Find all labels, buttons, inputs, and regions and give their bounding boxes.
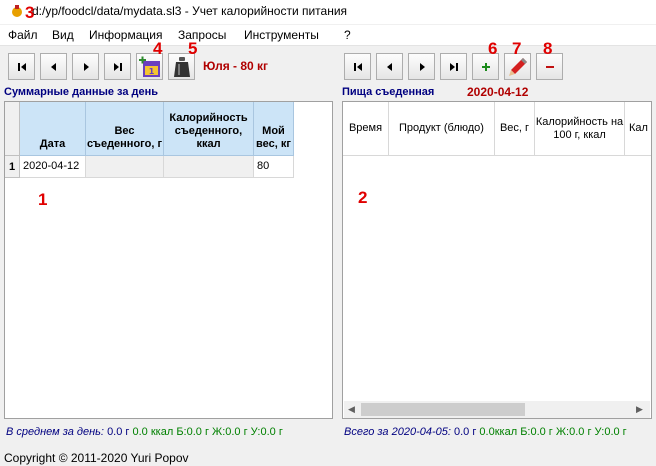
marker-4: 4 xyxy=(153,39,163,58)
next-icon xyxy=(83,62,89,71)
pencil-icon xyxy=(508,57,527,76)
menu-help[interactable]: ? xyxy=(344,28,351,42)
plus-icon xyxy=(481,62,490,71)
row-number: 1 xyxy=(5,156,20,178)
status-average-prefix: В среднем за день: xyxy=(6,426,104,438)
first-icon xyxy=(17,62,26,71)
marker-2: 2 xyxy=(358,188,368,207)
calendar-add-icon: 1 xyxy=(138,56,160,77)
scroll-right-icon[interactable]: ▶ xyxy=(636,404,643,415)
column-header-date[interactable]: Дата xyxy=(20,102,86,156)
toolbar-separator xyxy=(0,45,656,46)
status-average-kcal: 0.0 ккал xyxy=(132,426,174,438)
column-header-weight[interactable]: Вес съеденного, г xyxy=(86,102,164,156)
prev-icon xyxy=(50,62,56,71)
status-average-b: Б:0.0 г xyxy=(176,426,209,438)
scrollbar-thumb[interactable] xyxy=(361,403,525,416)
right-panel-title: Пища съеденная xyxy=(342,86,435,98)
cell-my-weight[interactable]: 80 xyxy=(254,156,294,178)
prev-record-button[interactable] xyxy=(40,53,67,80)
column-header-my-weight[interactable]: Мой вес, кг xyxy=(254,102,294,156)
status-total-kcal: 0.0ккал xyxy=(479,426,518,438)
status-total-u: У:0.0 г xyxy=(594,426,627,438)
weight-icon xyxy=(173,56,190,77)
next-icon xyxy=(419,62,425,71)
status-total-weight: 0.0 г xyxy=(453,426,477,438)
column-header-cal-per-100[interactable]: Калорийность на 100 г, ккал xyxy=(535,102,625,156)
column-header-product[interactable]: Продукт (блюдо) xyxy=(389,102,495,156)
marker-7: 7 xyxy=(512,39,522,58)
svg-text:1: 1 xyxy=(148,67,154,76)
minus-icon xyxy=(545,65,554,68)
cell-weight[interactable] xyxy=(86,156,164,178)
menu-view[interactable]: Вид xyxy=(52,28,74,42)
prev-icon xyxy=(386,62,392,71)
window-title: d:/yp/foodcl/data/mydata.sl3 - Учет кало… xyxy=(32,4,348,18)
column-header-calories[interactable]: Калорийность съеденного, ккал xyxy=(164,102,254,156)
menu-info[interactable]: Информация xyxy=(89,28,162,42)
status-average-u: У:0.0 г xyxy=(250,426,283,438)
cell-calories[interactable] xyxy=(164,156,254,178)
status-average-zh: Ж:0.0 г xyxy=(212,426,248,438)
food-eaten-grid[interactable]: Время Продукт (блюдо) Вес, г Калорийност… xyxy=(342,101,652,419)
scroll-left-icon[interactable]: ◀ xyxy=(348,404,355,415)
column-header-food-weight[interactable]: Вес, г xyxy=(495,102,535,156)
food-last-button[interactable] xyxy=(440,53,467,80)
cell-date[interactable]: 2020-04-12 xyxy=(20,156,86,178)
status-average: В среднем за день: 0.0 г 0.0 ккал Б:0.0 … xyxy=(6,426,283,438)
title-bar: d:/yp/foodcl/data/mydata.sl3 - Учет кало… xyxy=(0,0,656,24)
grid-corner xyxy=(5,102,20,156)
horizontal-scrollbar[interactable]: ◀ ▶ xyxy=(344,401,650,418)
marker-8: 8 xyxy=(543,39,553,58)
marker-5: 5 xyxy=(188,39,198,58)
first-icon xyxy=(353,62,362,71)
last-icon xyxy=(449,62,458,71)
menu-tools[interactable]: Инструменты xyxy=(244,28,319,42)
status-total-zh: Ж:0.0 г xyxy=(555,426,592,438)
food-first-button[interactable] xyxy=(344,53,371,80)
food-prev-button[interactable] xyxy=(376,53,403,80)
status-total-prefix: Всего за 2020-04-05: xyxy=(344,426,451,438)
last-icon xyxy=(113,62,122,71)
first-record-button[interactable] xyxy=(8,53,35,80)
food-next-button[interactable] xyxy=(408,53,435,80)
marker-1: 1 xyxy=(38,190,48,209)
marker-3: 3 xyxy=(25,3,35,22)
user-label: Юля - 80 кг xyxy=(203,59,269,73)
last-record-button[interactable] xyxy=(104,53,131,80)
next-record-button[interactable] xyxy=(72,53,99,80)
status-total-b: Б:0.0 г xyxy=(520,426,553,438)
daily-summary-grid[interactable]: Дата Вес съеденного, г Калорийность съед… xyxy=(4,101,333,419)
food-date: 2020-04-12 xyxy=(467,85,529,99)
marker-6: 6 xyxy=(488,39,498,58)
column-header-time[interactable]: Время xyxy=(343,102,389,156)
menu-file[interactable]: Файл xyxy=(8,28,38,42)
copyright: Copyright © 2011-2020 Yuri Popov xyxy=(4,451,189,465)
app-icon xyxy=(12,5,22,17)
status-average-weight: 0.0 г xyxy=(107,426,130,438)
status-total: Всего за 2020-04-05: 0.0 г 0.0ккал Б:0.0… xyxy=(344,426,627,438)
menu-bar: Файл Вид Информация Запросы Инструменты … xyxy=(0,25,656,45)
left-panel-title: Суммарные данные за день xyxy=(4,86,159,98)
menu-queries[interactable]: Запросы xyxy=(178,28,226,42)
column-header-cal[interactable]: Кал xyxy=(625,102,651,156)
